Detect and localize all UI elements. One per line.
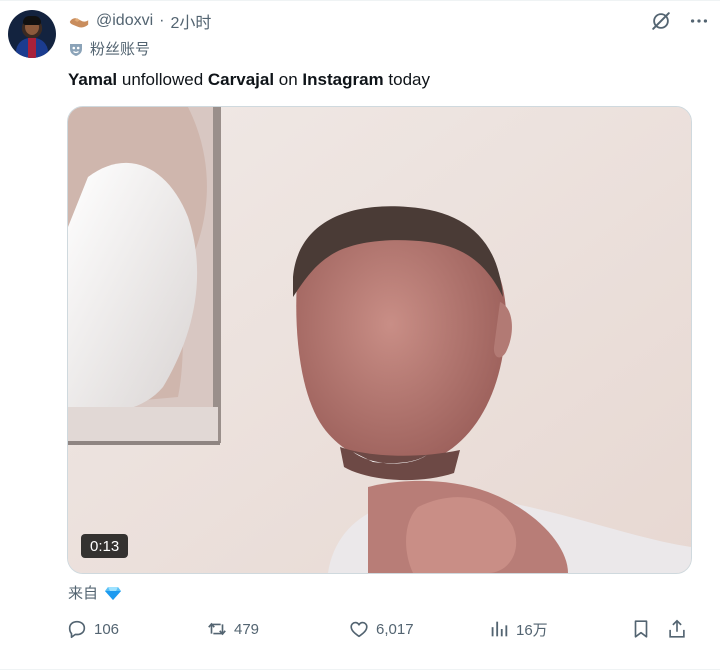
fan-account-label: 粉丝账号 — [90, 41, 151, 58]
like-button[interactable]: 6,017 — [348, 618, 414, 640]
like-icon — [350, 621, 368, 638]
source-row: 来自 — [68, 582, 122, 603]
top-divider — [0, 0, 720, 1]
tweet-text-part: on — [274, 70, 303, 89]
tweet-text-instagram[interactable]: Instagram — [302, 70, 383, 89]
action-bar: 106 479 6,017 16万 — [60, 618, 694, 642]
top-actions — [650, 10, 710, 32]
avatar[interactable] — [8, 10, 56, 58]
source-label: 来自 — [68, 585, 99, 602]
reply-count: 106 — [94, 620, 120, 638]
video-frame — [68, 107, 691, 573]
views-count: 16万 — [516, 621, 548, 639]
reply-button[interactable]: 106 — [66, 618, 119, 640]
bookmark-icon — [634, 620, 648, 638]
share-button[interactable] — [666, 618, 688, 640]
retweet-count: 479 — [234, 620, 260, 638]
bookmark-button[interactable] — [630, 618, 652, 640]
author-handle[interactable]: @idoxvi — [96, 12, 153, 30]
share-icon — [669, 619, 685, 638]
video-duration: 0:13 — [81, 534, 129, 558]
fan-account-row: 粉丝账号 — [68, 38, 150, 59]
handshake-icon — [68, 11, 90, 31]
mask-icon — [68, 41, 84, 57]
tweet-time[interactable]: 2小时 — [170, 9, 211, 33]
views-icon — [491, 621, 508, 637]
tweet-header: @idoxvi · 2小时 — [68, 10, 211, 32]
diamond-icon[interactable] — [104, 585, 122, 601]
views-button[interactable]: 16万 — [488, 618, 548, 640]
retweet-button[interactable]: 479 — [206, 618, 259, 640]
video-player[interactable] — [67, 106, 692, 574]
like-count: 6,017 — [376, 620, 414, 638]
tweet-text: Yamal unfollowed Carvajal on Instagram t… — [68, 70, 430, 90]
retweet-icon — [208, 622, 226, 636]
header-separator: · — [159, 12, 165, 29]
tweet-card[interactable]: @idoxvi · 2小时 粉丝账号 Yamal unfollowed Carv… — [0, 0, 720, 670]
grok-slash-icon[interactable] — [650, 10, 672, 32]
avatar-shirt-stripe — [28, 38, 36, 58]
tweet-text-part: today — [383, 70, 430, 89]
avatar-hair — [23, 16, 41, 25]
tweet-text-yamal[interactable]: Yamal — [68, 70, 117, 89]
reply-icon — [68, 620, 86, 639]
more-icon[interactable] — [688, 10, 710, 32]
tweet-text-part: unfollowed — [117, 70, 208, 89]
tweet-text-carvajal[interactable]: Carvajal — [208, 70, 274, 89]
